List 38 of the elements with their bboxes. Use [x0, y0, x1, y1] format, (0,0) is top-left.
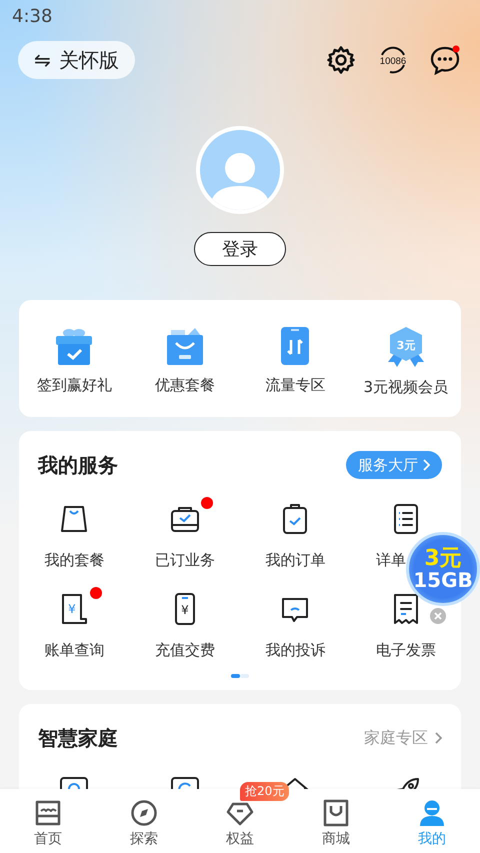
- settings-button[interactable]: [324, 43, 358, 77]
- close-icon: [434, 612, 442, 620]
- promo-amount: 15GB: [413, 570, 473, 590]
- chevron-right-icon: [434, 732, 442, 744]
- shopping-bag-icon: [322, 799, 350, 827]
- service-label[interactable]: 我的投诉: [265, 641, 326, 660]
- quick-link-label[interactable]: 签到赢好礼: [36, 376, 112, 395]
- gift-icon: [54, 326, 94, 366]
- chevron-right-icon: [422, 459, 430, 471]
- promo-price: 3元: [424, 548, 462, 570]
- home-icon: [34, 799, 62, 827]
- quick-link-label[interactable]: 3元视频会员: [363, 378, 448, 397]
- promo-badge: 抢20元: [240, 782, 290, 801]
- service-label[interactable]: 我的套餐: [44, 551, 104, 570]
- service-label[interactable]: 详单: [376, 551, 406, 570]
- messages-button[interactable]: [428, 43, 462, 77]
- section-title: 我的服务: [38, 452, 118, 478]
- service-label[interactable]: 电子发票: [376, 641, 436, 660]
- shopping-bag-icon: [59, 503, 90, 535]
- shopping-bag-icon: [164, 326, 205, 366]
- login-button[interactable]: 登录: [194, 232, 286, 266]
- service-label[interactable]: 账单查询: [44, 641, 104, 660]
- service-label[interactable]: 充值交费: [154, 641, 215, 660]
- status-time: 4:38: [11, 5, 54, 29]
- quick-link-label[interactable]: 流量专区: [265, 376, 326, 395]
- compass-icon: [130, 799, 158, 827]
- person-icon: [418, 799, 446, 827]
- hotline-button[interactable]: 10086: [376, 43, 410, 77]
- nav-tab[interactable]: 权益: [192, 799, 288, 853]
- phone-data-icon: [280, 326, 310, 366]
- nav-tab[interactable]: 商城: [288, 799, 384, 853]
- section-title: 智慧家庭: [38, 724, 118, 752]
- nav-tab[interactable]: 探索: [96, 799, 192, 853]
- nav-tab[interactable]: 首页: [0, 799, 96, 853]
- service-label[interactable]: 我的订单: [265, 551, 326, 570]
- care-mode-button[interactable]: ⇋ 关怀版: [18, 41, 135, 79]
- quick-link-label[interactable]: 优惠套餐: [154, 376, 215, 395]
- service-label[interactable]: 已订业务: [154, 551, 215, 570]
